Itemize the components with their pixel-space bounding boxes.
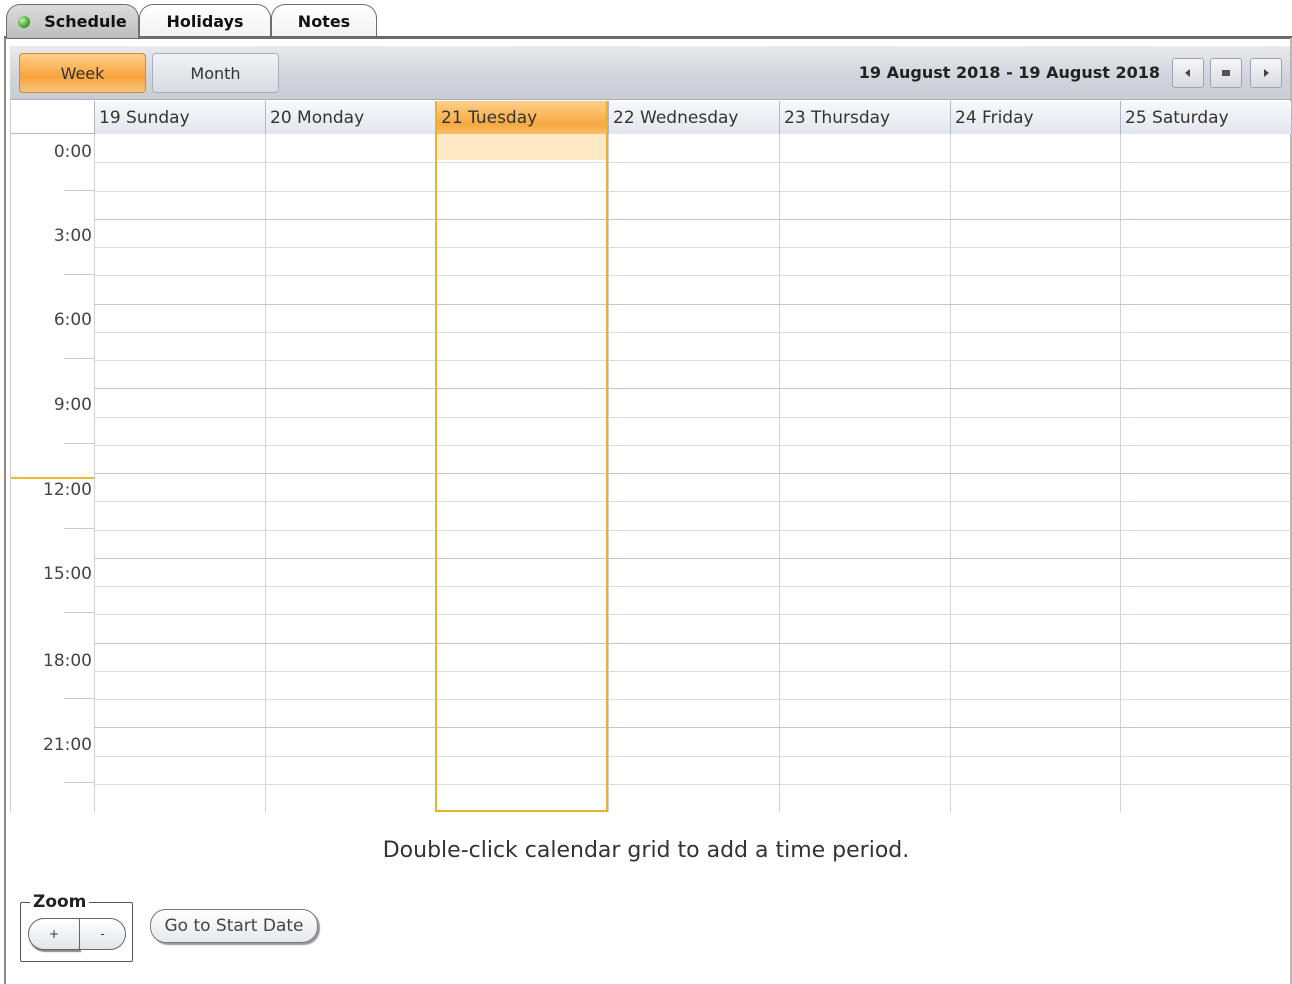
time-slot-area[interactable] (94, 101, 1291, 812)
time-tick (64, 612, 94, 613)
time-tick (64, 358, 94, 359)
tab-notes[interactable]: Notes (271, 4, 377, 38)
grid-hour-line (94, 219, 1291, 220)
go-to-start-date-button[interactable]: Go to Start Date (150, 909, 318, 943)
day-header-row: 19 Sunday 20 Monday 21 Tuesday 22 Wednes… (11, 101, 1291, 134)
week-calendar-grid[interactable]: 19 Sunday 20 Monday 21 Tuesday 22 Wednes… (10, 101, 1291, 812)
tab-notes-label: Notes (297, 12, 351, 31)
grid-hour-line (94, 784, 1291, 785)
time-column: 0:00 3:00 6:00 9:00 12:00 15:00 18:00 21… (11, 134, 94, 812)
grid-hour-line (94, 643, 1291, 644)
time-tick (64, 190, 94, 191)
time-label: 12:00 (43, 480, 92, 500)
grid-hour-line (94, 417, 1291, 418)
today-column (435, 101, 608, 812)
tab-holidays-label: Holidays (166, 12, 244, 31)
grid-hour-line (94, 614, 1291, 615)
day-header-monday[interactable]: 20 Monday (265, 101, 435, 134)
time-label: 6:00 (53, 310, 92, 330)
grid-hour-line (94, 756, 1291, 757)
grid-hour-line (94, 501, 1291, 502)
day-header-saturday[interactable]: 25 Saturday (1120, 101, 1291, 134)
grid-hour-line (94, 530, 1291, 531)
grid-hour-line (94, 445, 1291, 446)
today-button[interactable] (1210, 58, 1242, 88)
time-label: 9:00 (53, 395, 92, 415)
triangle-left-icon (1185, 69, 1190, 77)
grid-hour-line (94, 388, 1291, 389)
next-button[interactable] (1250, 58, 1282, 88)
grid-hour-line (94, 699, 1291, 700)
tab-holidays[interactable]: Holidays (139, 4, 271, 38)
time-tick (64, 274, 94, 275)
grid-hour-line (94, 586, 1291, 587)
time-tick (64, 698, 94, 699)
time-label: 15:00 (43, 564, 92, 584)
week-view-button[interactable]: Week (19, 53, 146, 93)
grid-hour-line (94, 671, 1291, 672)
grid-hour-line (94, 360, 1291, 361)
grid-hour-line (94, 191, 1291, 192)
date-range-label: 19 August 2018 - 19 August 2018 (858, 63, 1160, 82)
grid-hour-line (94, 247, 1291, 248)
time-label: 21:00 (43, 735, 92, 755)
time-label: 0:00 (53, 142, 92, 162)
day-header-friday[interactable]: 24 Friday (950, 101, 1120, 134)
time-tick (64, 443, 94, 444)
grid-hour-line (94, 727, 1291, 728)
square-icon (1222, 70, 1230, 76)
tab-schedule-label: Schedule (44, 12, 127, 31)
grid-hour-line (94, 332, 1291, 333)
triangle-right-icon (1264, 69, 1269, 77)
zoom-title: Zoom (30, 892, 90, 912)
current-time-line (11, 477, 94, 479)
day-header-wednesday[interactable]: 22 Wednesday (608, 101, 779, 134)
time-tick (64, 528, 94, 529)
grid-hour-line (94, 304, 1291, 305)
tab-schedule[interactable]: Schedule (6, 4, 139, 38)
grid-hour-line (94, 275, 1291, 276)
tab-bar: Schedule Holidays Notes (0, 0, 1292, 38)
grid-hour-line (94, 473, 1291, 474)
day-header-thursday[interactable]: 23 Thursday (779, 101, 950, 134)
time-label: 18:00 (43, 651, 92, 671)
grid-hour-line (94, 162, 1291, 163)
hint-text: Double-click calendar grid to add a time… (382, 838, 910, 863)
month-view-button[interactable]: Month (152, 53, 279, 93)
status-dot-icon (18, 15, 31, 28)
zoom-in-button[interactable]: + (28, 918, 80, 950)
day-header-sunday[interactable]: 19 Sunday (94, 101, 265, 134)
time-label: 3:00 (53, 226, 92, 246)
zoom-out-button[interactable]: - (79, 918, 126, 950)
grid-hour-line (94, 558, 1291, 559)
time-tick (64, 782, 94, 783)
calendar-toolbar: Week Month 19 August 2018 - 19 August 20… (10, 46, 1290, 100)
previous-button[interactable] (1172, 58, 1204, 88)
